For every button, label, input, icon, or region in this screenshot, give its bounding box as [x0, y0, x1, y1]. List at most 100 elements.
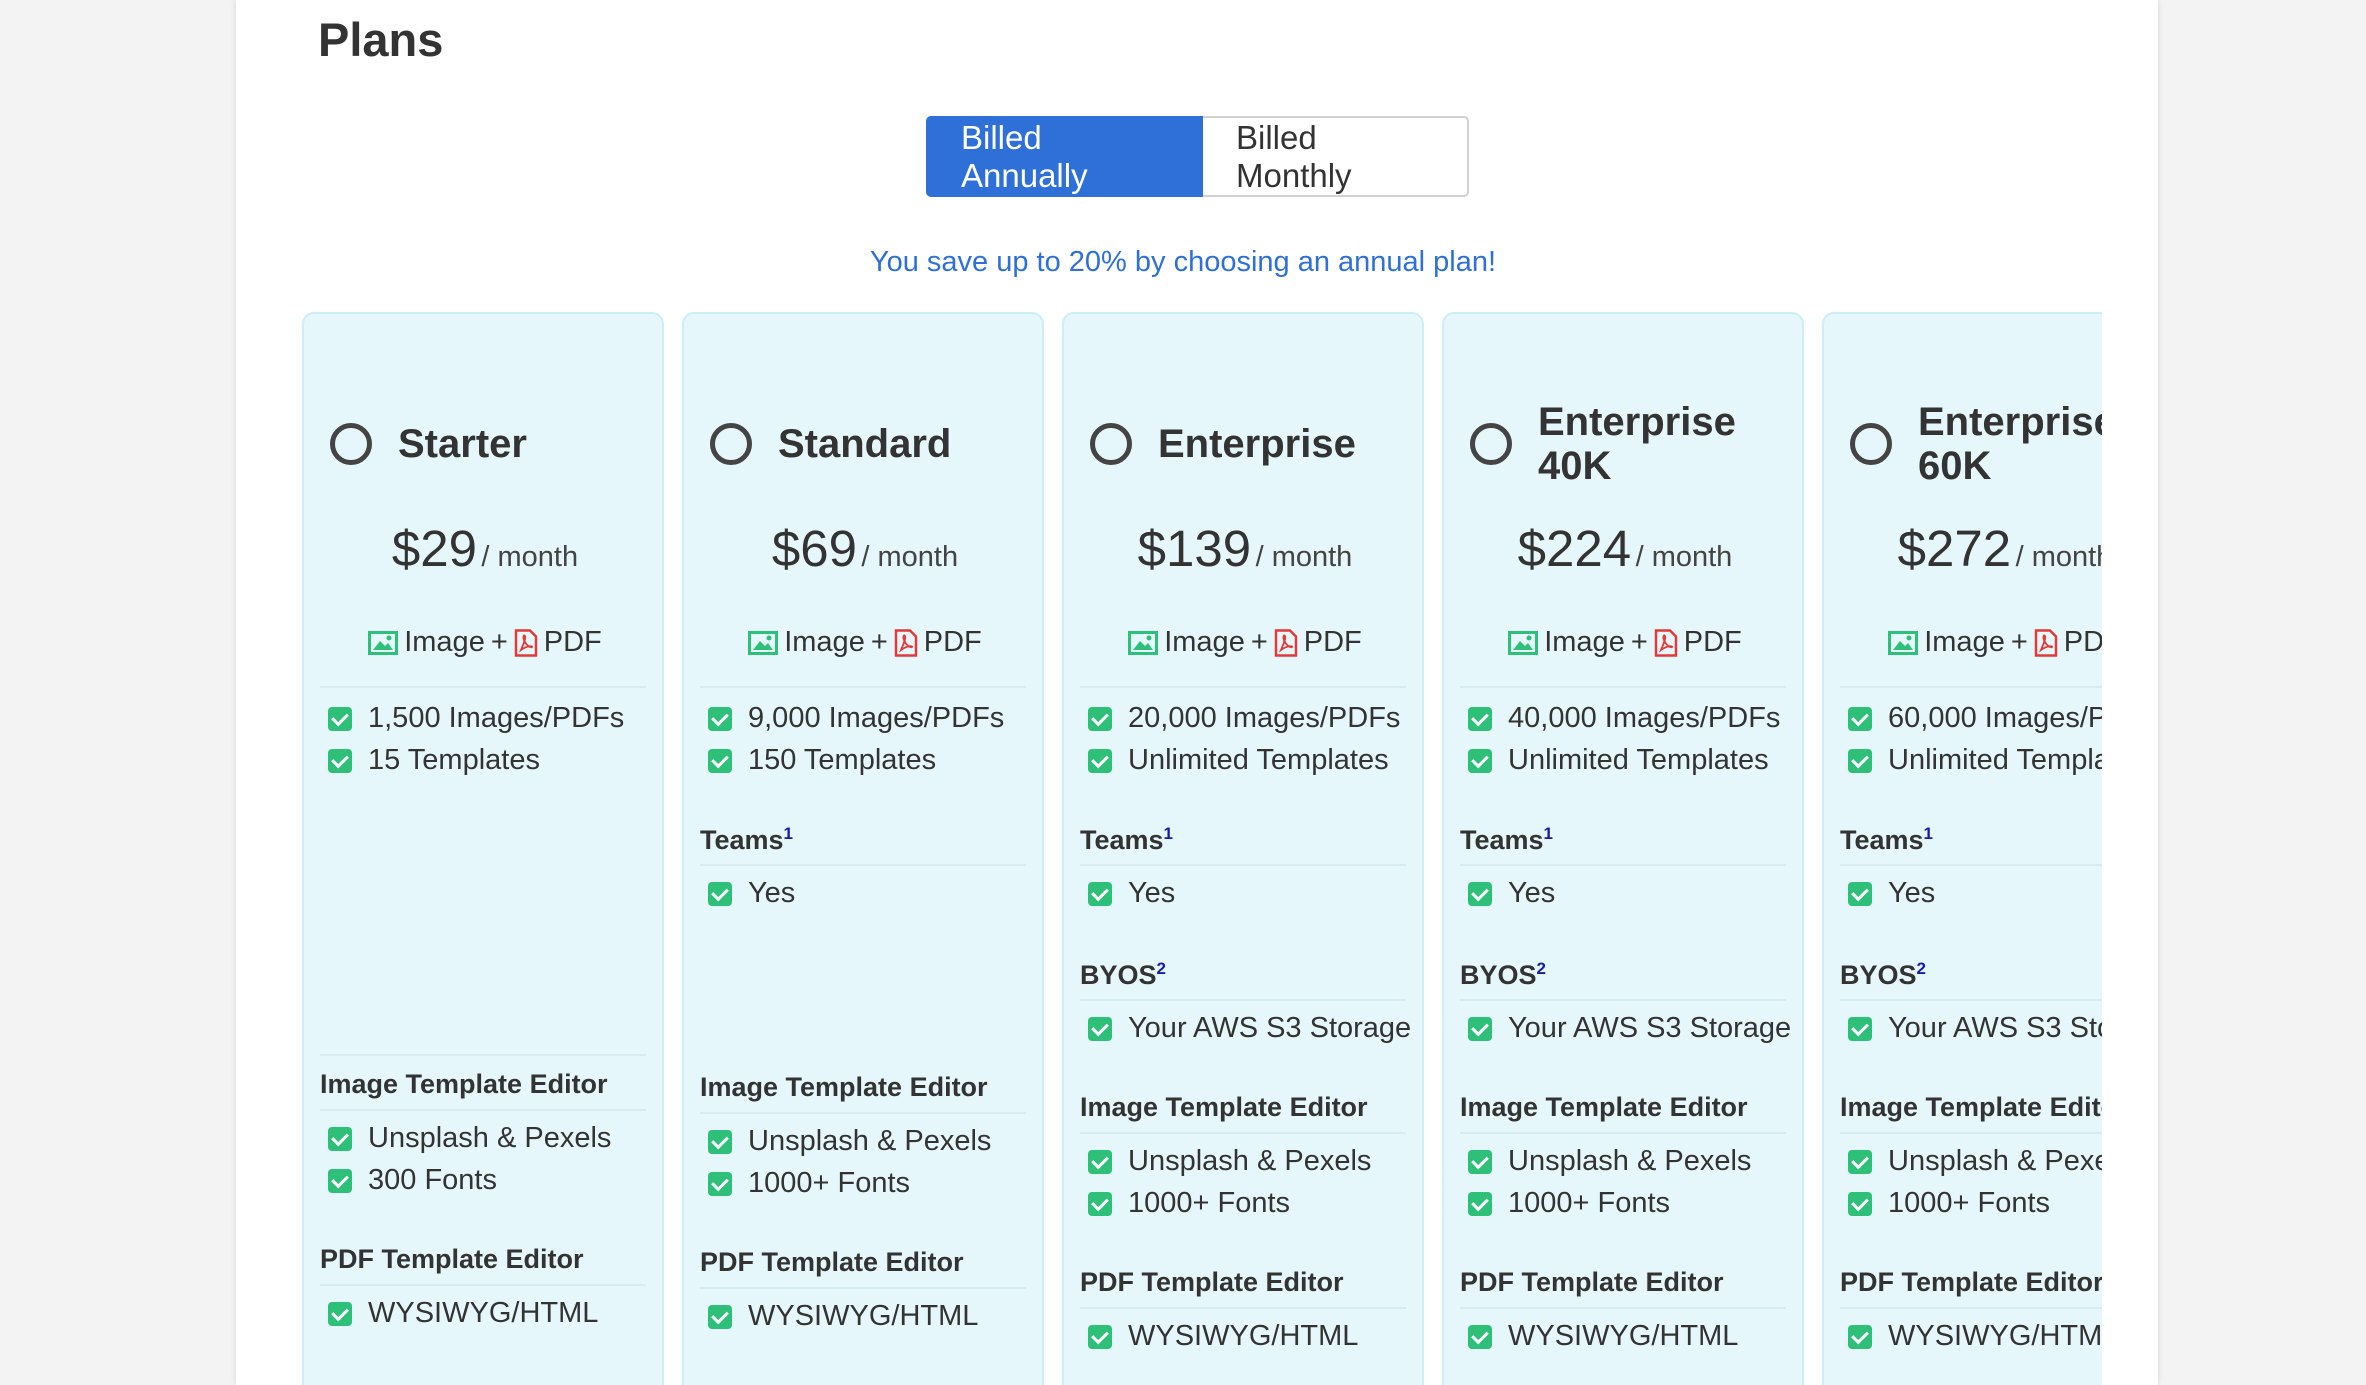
plan-card-enterprise-40k[interactable]: Enterprise 40K $224 / month Image + PDF … [1442, 312, 1804, 1385]
plan-name-line: Enterprise [1158, 422, 1356, 466]
feature-teams: Yes [1468, 877, 1555, 910]
check-icon [328, 748, 352, 773]
section-image-editor: Image Template Editor [1460, 1092, 1748, 1122]
check-icon [1468, 748, 1492, 773]
feature-text: Unsplash & Pexels [748, 1125, 992, 1157]
section-image-editor: Image Template Editor [700, 1072, 988, 1102]
feature-fonts: 1000+ Fonts [1848, 1187, 2050, 1220]
plan-radio[interactable] [710, 423, 752, 465]
format-plus: + [1630, 626, 1648, 658]
footnote-ref[interactable]: 2 [1537, 959, 1546, 978]
plan-card-starter[interactable]: Starter $29 / month Image + PDF 1,500 Im… [302, 312, 664, 1385]
plan-name: Standard [778, 422, 951, 466]
image-icon [368, 630, 399, 655]
footnote-ref[interactable]: 1 [1164, 824, 1173, 843]
format-pdf-label: PDF [2063, 626, 2102, 658]
plan-price: $224 / month [1444, 519, 1806, 578]
check-icon [1848, 881, 1872, 906]
feature-fonts: 1000+ Fonts [708, 1167, 910, 1200]
feature-text: WYSIWYG/HTML [748, 1300, 979, 1332]
section-pdf-editor: PDF Template Editor [700, 1247, 964, 1277]
feature-stock: Unsplash & Pexels [708, 1125, 991, 1158]
section-label: BYOS [1460, 960, 1537, 990]
check-icon [708, 748, 732, 773]
plan-name-line: Enterprise [1538, 400, 1736, 444]
feature-templates: 150 Templates [708, 744, 936, 777]
check-icon [1848, 748, 1872, 773]
price-period: / month [481, 541, 579, 573]
plan-radio[interactable] [330, 423, 372, 465]
feature-stock: Unsplash & Pexels [1468, 1145, 1751, 1178]
pdf-icon [894, 628, 918, 657]
format-plus: + [1250, 626, 1268, 658]
check-icon [328, 1126, 352, 1151]
feature-text: Unlimited Templates [1508, 744, 1769, 776]
plan-name-line: 60K [1918, 444, 1992, 488]
section-label: Teams [1080, 825, 1164, 855]
divider [1460, 1132, 1786, 1134]
plan-radio[interactable] [1470, 423, 1512, 465]
feature-text: Yes [748, 877, 796, 909]
section-image-editor: Image Template Editor [1080, 1092, 1368, 1122]
feature-text: WYSIWYG/HTML [1508, 1320, 1739, 1352]
section-pdf-editor: PDF Template Editor [1840, 1267, 2102, 1297]
feature-teams: Yes [1088, 877, 1175, 910]
plan-card-standard[interactable]: Standard $69 / month Image + PDF 9,000 I… [682, 312, 1044, 1385]
plan-price: $272 / month [1824, 519, 2102, 578]
feature-text: 1000+ Fonts [1128, 1187, 1291, 1219]
plan-name-line: Enterprise [1918, 400, 2102, 444]
plan-card-enterprise[interactable]: Enterprise $139 / month Image + PDF 20,0… [1062, 312, 1424, 1385]
plan-name: Enterprise 40K [1538, 400, 1736, 488]
footnote-ref[interactable]: 1 [1544, 824, 1553, 843]
check-icon [328, 706, 352, 731]
feature-text: 40,000 Images/PDFs [1508, 702, 1781, 734]
section-image-editor: Image Template Editor [1840, 1092, 2102, 1122]
format-image-label: Image [404, 626, 485, 658]
price-period: / month [1635, 541, 1733, 573]
plan-radio[interactable] [1850, 423, 1892, 465]
feature-pdf-mode: WYSIWYG/HTML [1468, 1320, 1738, 1353]
feature-text: Unlimited Templates [1888, 744, 2102, 776]
image-icon [1888, 630, 1919, 655]
pdf-icon [1274, 628, 1298, 657]
billed-annually-button[interactable]: Billed Annually [926, 116, 1203, 197]
footnote-ref[interactable]: 1 [1924, 824, 1933, 843]
format-pdf-label: PDF [1683, 626, 1742, 658]
price-amount: $139 [1137, 520, 1252, 577]
plan-card-enterprise-60k[interactable]: Enterprise 60K $272 / month Image + PDF … [1822, 312, 2102, 1385]
footnote-ref[interactable]: 2 [1157, 959, 1166, 978]
feature-byos: Your AWS S3 Storage [1468, 1012, 1791, 1045]
feature-fonts: 1000+ Fonts [1468, 1187, 1670, 1220]
divider [320, 1054, 646, 1056]
feature-byos: Your AWS S3 Storage [1088, 1012, 1411, 1045]
check-icon [1468, 1016, 1492, 1041]
feature-text: Yes [1508, 877, 1556, 909]
format-pdf-label: PDF [923, 626, 982, 658]
billed-monthly-button[interactable]: Billed Monthly [1203, 116, 1469, 197]
section-image-editor: Image Template Editor [320, 1069, 608, 1099]
feature-fonts: 300 Fonts [328, 1164, 497, 1197]
footnote-ref[interactable]: 2 [1917, 959, 1926, 978]
footnote-ref[interactable]: 1 [784, 824, 793, 843]
feature-fonts: 1000+ Fonts [1088, 1187, 1290, 1220]
feature-text: Your AWS S3 Storage [1128, 1012, 1412, 1044]
plan-price: $139 / month [1064, 519, 1426, 578]
divider [1080, 686, 1406, 688]
feature-text: 1000+ Fonts [748, 1167, 911, 1199]
feature-text: Unsplash & Pexels [368, 1122, 612, 1154]
check-icon [1848, 706, 1872, 731]
check-icon [1848, 1149, 1872, 1174]
section-teams: Teams1 [1080, 824, 1173, 856]
feature-byos: Your AWS S3 Storage [1848, 1012, 2102, 1045]
check-icon [1088, 1324, 1112, 1349]
divider [1080, 999, 1406, 1001]
check-icon [1088, 1149, 1112, 1174]
pdf-icon [514, 628, 538, 657]
feature-templates: Unlimited Templates [1848, 744, 2102, 777]
feature-teams: Yes [1848, 877, 1935, 910]
feature-stock: Unsplash & Pexels [328, 1122, 611, 1155]
plan-radio[interactable] [1090, 423, 1132, 465]
feature-teams: Yes [708, 877, 795, 910]
feature-pdf-mode: WYSIWYG/HTML [1088, 1320, 1358, 1353]
image-icon [1128, 630, 1159, 655]
